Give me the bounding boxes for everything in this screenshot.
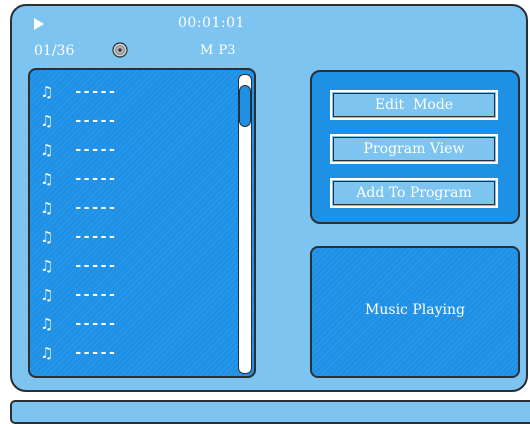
music-note-icon: ♫ (40, 141, 54, 159)
track-list[interactable]: ♫ ----- ♫ ----- ♫ ----- ♫ ----- ♫ ----- … (28, 68, 256, 378)
track-title: ----- (74, 142, 117, 158)
music-note-icon: ♫ (40, 315, 54, 333)
track-list-item[interactable]: ♫ ----- (40, 140, 220, 160)
music-note-icon: ♫ (40, 112, 54, 130)
music-note-icon: ♫ (40, 199, 54, 217)
disc-icon (112, 42, 128, 58)
play-icon (34, 18, 44, 30)
track-list-item[interactable]: ♫ ----- (40, 343, 220, 363)
track-title: ----- (74, 113, 117, 129)
music-note-icon: ♫ (40, 83, 54, 101)
track-list-item[interactable]: ♫ ----- (40, 82, 220, 102)
music-note-icon: ♫ (40, 344, 54, 362)
track-list-scrollbar[interactable] (238, 74, 252, 374)
add-to-program-button[interactable]: Add To Program (330, 178, 498, 208)
playback-time: 00:01:01 (178, 15, 245, 31)
track-title: ----- (74, 345, 117, 361)
status-message: Music Playing (365, 302, 465, 318)
track-title: ----- (74, 287, 117, 303)
music-note-icon: ♫ (40, 170, 54, 188)
track-list-item[interactable]: ♫ ----- (40, 198, 220, 218)
track-title: ----- (74, 171, 117, 187)
track-list-item[interactable]: ♫ ----- (40, 111, 220, 131)
program-menu-panel: Edit Mode Program View Add To Program (310, 70, 520, 224)
track-list-item[interactable]: ♫ ----- (40, 314, 220, 334)
edit-mode-button[interactable]: Edit Mode (330, 90, 498, 120)
track-list-item[interactable]: ♫ ----- (40, 285, 220, 305)
media-format: M P3 (200, 43, 236, 58)
track-title: ----- (74, 200, 117, 216)
bottom-info-bar (10, 400, 530, 424)
player-screen: 00:01:01 01/36 M P3 ♫ ----- ♫ ----- ♫ --… (10, 4, 528, 392)
track-list-item[interactable]: ♫ ----- (40, 256, 220, 276)
scrollbar-thumb[interactable] (239, 85, 251, 127)
music-note-icon: ♫ (40, 286, 54, 304)
track-title: ----- (74, 84, 117, 100)
status-panel: Music Playing (310, 246, 520, 378)
music-note-icon: ♫ (40, 257, 54, 275)
track-list-item[interactable]: ♫ ----- (40, 227, 220, 247)
track-title: ----- (74, 316, 117, 332)
program-view-button[interactable]: Program View (330, 134, 498, 164)
music-note-icon: ♫ (40, 228, 54, 246)
track-title: ----- (74, 258, 117, 274)
track-counter: 01/36 (34, 43, 75, 59)
track-list-item[interactable]: ♫ ----- (40, 169, 220, 189)
track-title: ----- (74, 229, 117, 245)
